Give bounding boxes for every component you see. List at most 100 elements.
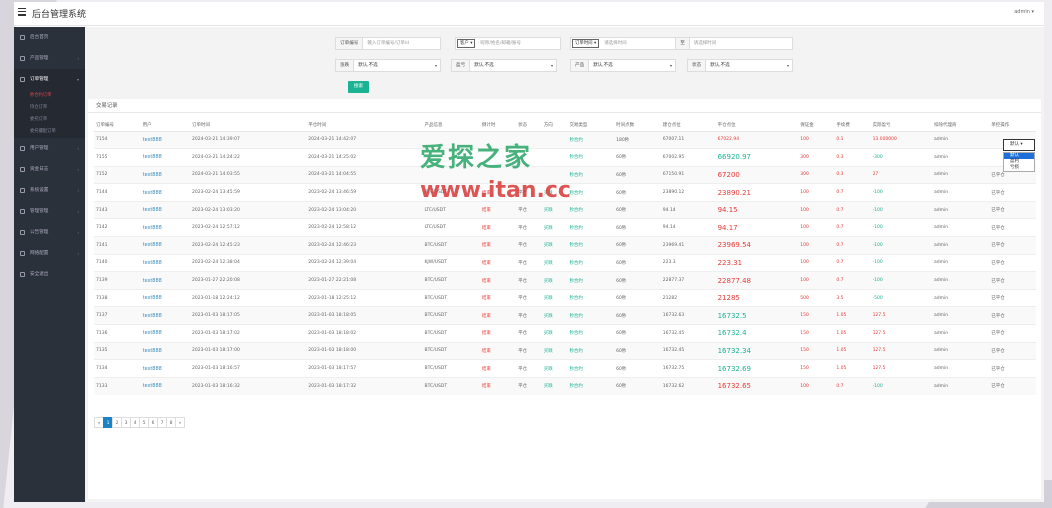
cell-op: 已平仓 [989, 271, 1036, 290]
cell-ot: 2024-03-21 14:24:22 [190, 148, 307, 167]
cell-user[interactable]: test888 [140, 148, 191, 167]
cell-open: 223.3 [660, 253, 716, 272]
account-filter: 盈亏 默认,不选 ▾ [451, 59, 557, 72]
cell-agent: admin [932, 148, 990, 167]
sidebar-item[interactable]: 公告管理 ‹ [14, 222, 85, 243]
sidebar-item[interactable]: 后台首页 [14, 27, 85, 48]
cell-fee: 0.7 [834, 236, 871, 255]
cell-user[interactable]: test888 [140, 306, 191, 325]
cell-agent: admin [932, 359, 990, 378]
product-select[interactable]: 默认,不选 [589, 60, 670, 71]
sidebar-item-label: 订单管理 [30, 77, 49, 82]
cell-cd: 结束 [479, 288, 517, 307]
column-header: 手续费 [834, 119, 871, 132]
time-end-input[interactable]: 请选择时间 [690, 38, 792, 49]
main-content: 订单编号 输入订单编号/订单id 客户 ▾ 昵称/姓名/邮箱/账号 订单时间 ▾… [85, 27, 1044, 502]
cell-ct: 2023-01-03 18:18:00 [306, 341, 423, 360]
cell-tp: 60秒 [614, 236, 661, 255]
cell-id: 7154 [94, 130, 141, 149]
sidebar-item[interactable]: 用户管理 ‹ [14, 138, 85, 159]
cell-margin: 100 [798, 218, 835, 237]
sidebar-item[interactable]: 资金日志 ‹ [14, 159, 85, 180]
cell-agent: admin [932, 130, 990, 149]
pnl-select[interactable]: 默认,不选 [354, 60, 435, 71]
menu-icon [20, 146, 25, 151]
time-type-select[interactable]: 订单时间 ▾ [572, 39, 600, 48]
cell-prod: KJW/USDT [422, 253, 480, 272]
cell-user[interactable]: test888 [140, 341, 191, 360]
cell-user[interactable]: test888 [140, 165, 191, 184]
cell-type: 秒合约 [567, 253, 615, 272]
cell-dir: 买跌 [541, 306, 568, 325]
cell-margin: 100 [798, 253, 835, 272]
cell-open: 16732.75 [660, 359, 716, 378]
sidebar-subitem[interactable]: 秒合约订单 [14, 90, 85, 102]
cell-fee: 0.7 [834, 376, 871, 395]
cell-fee: 1.05 [834, 324, 871, 343]
cell-close: 16732.5 [715, 306, 799, 325]
user-type-select[interactable]: 客户 ▾ [457, 39, 476, 48]
time-start-input[interactable]: 请选择时间 [600, 38, 677, 49]
column-header: 倒计时 [479, 119, 517, 132]
status-select[interactable]: 默认,不选 [706, 60, 787, 71]
sidebar-item[interactable]: 管理管理 ‹ [14, 201, 85, 222]
sidebar-subitem[interactable]: 委托订单 [14, 114, 85, 126]
cell-close: 16732.34 [715, 341, 799, 360]
user-menu[interactable]: admin ▾ [1014, 9, 1034, 15]
cell-user[interactable]: test888 [140, 359, 191, 378]
cell-user[interactable]: test888 [140, 218, 191, 237]
cell-user[interactable]: test888 [140, 130, 191, 149]
cell-ot: 2023-02-24 12:45:23 [190, 236, 307, 255]
cell-agent: admin [932, 341, 990, 360]
cell-prod: BTC/USDT [422, 271, 480, 290]
cell-ot: 2023-02-24 13:45:59 [190, 183, 307, 202]
cell-prod: BTC/USDT [422, 359, 480, 378]
dropdown-option[interactable]: 亏损 [1004, 165, 1034, 171]
dropdown-options: 默认 盈利 亏损 [1003, 152, 1035, 172]
win-control-select[interactable]: 默认 ▾ [1003, 139, 1035, 151]
search-button[interactable]: 搜索 [348, 81, 369, 93]
sidebar-item[interactable]: 产品管理 ‹ [14, 48, 85, 69]
account-select[interactable]: 默认,不选 [470, 60, 551, 71]
cell-pnl: 127.5 [870, 359, 933, 378]
cell-st: 平仓 [516, 324, 542, 343]
page-button[interactable]: » [175, 417, 185, 428]
product-filter: 产品 默认,不选 ▾ [570, 59, 676, 72]
cell-fee: 0.7 [834, 200, 871, 219]
cell-fee: 0.3 [834, 148, 871, 167]
chevron-icon: ‹ [77, 188, 79, 193]
cell-ct: 2023-01-27 22:21:08 [306, 271, 423, 290]
cell-prod: BTC/USDT [422, 306, 480, 325]
sidebar-item[interactable]: 安全退出 [14, 264, 85, 285]
sidebar-item[interactable]: 网络配置 ‹ [14, 243, 85, 264]
cell-user[interactable]: test888 [140, 236, 191, 255]
sidebar-item[interactable]: 系统设置 ‹ [14, 180, 85, 201]
cell-tp: 60秒 [614, 271, 661, 290]
cell-close: 66920.97 [715, 148, 799, 167]
sidebar-subitem[interactable]: 持仓订单 [14, 102, 85, 114]
cell-prod: BTC/USDT [422, 288, 480, 307]
cell-user[interactable]: test888 [140, 288, 191, 307]
cell-user[interactable]: test888 [140, 200, 191, 219]
user-input[interactable]: 昵称/姓名/邮箱/账号 [476, 38, 560, 49]
chevron-icon: ‹ [77, 251, 79, 256]
cell-ct: 2024-03-21 14:04:55 [306, 165, 423, 184]
cell-user[interactable]: test888 [140, 271, 191, 290]
cell-user[interactable]: test888 [140, 253, 191, 272]
chevron-icon: ‹ [77, 167, 79, 172]
cell-cd: 结束 [479, 324, 517, 343]
cell-fee: 1.05 [834, 359, 871, 378]
cell-user[interactable]: test888 [140, 324, 191, 343]
order-no-input[interactable]: 输入订单编号/订单id [363, 38, 440, 49]
cell-user[interactable]: test888 [140, 183, 191, 202]
sidebar-item[interactable]: 订单管理 ▾ [14, 69, 85, 90]
watermark: 爱探之家 www.itan.cc [420, 137, 660, 207]
time-filter: 订单时间 ▾ 请选择时间 至 请选择时间 [570, 37, 793, 50]
cell-type: 秒合约 [567, 271, 615, 290]
hamburger-menu-icon[interactable] [18, 8, 26, 16]
cell-margin: 150 [798, 341, 835, 360]
app-title: 后台管理系统 [32, 10, 87, 20]
sidebar-subitem[interactable]: 委托撮配订单 [14, 126, 85, 138]
cell-pnl: 127.5 [870, 341, 933, 360]
cell-user[interactable]: test888 [140, 376, 191, 395]
